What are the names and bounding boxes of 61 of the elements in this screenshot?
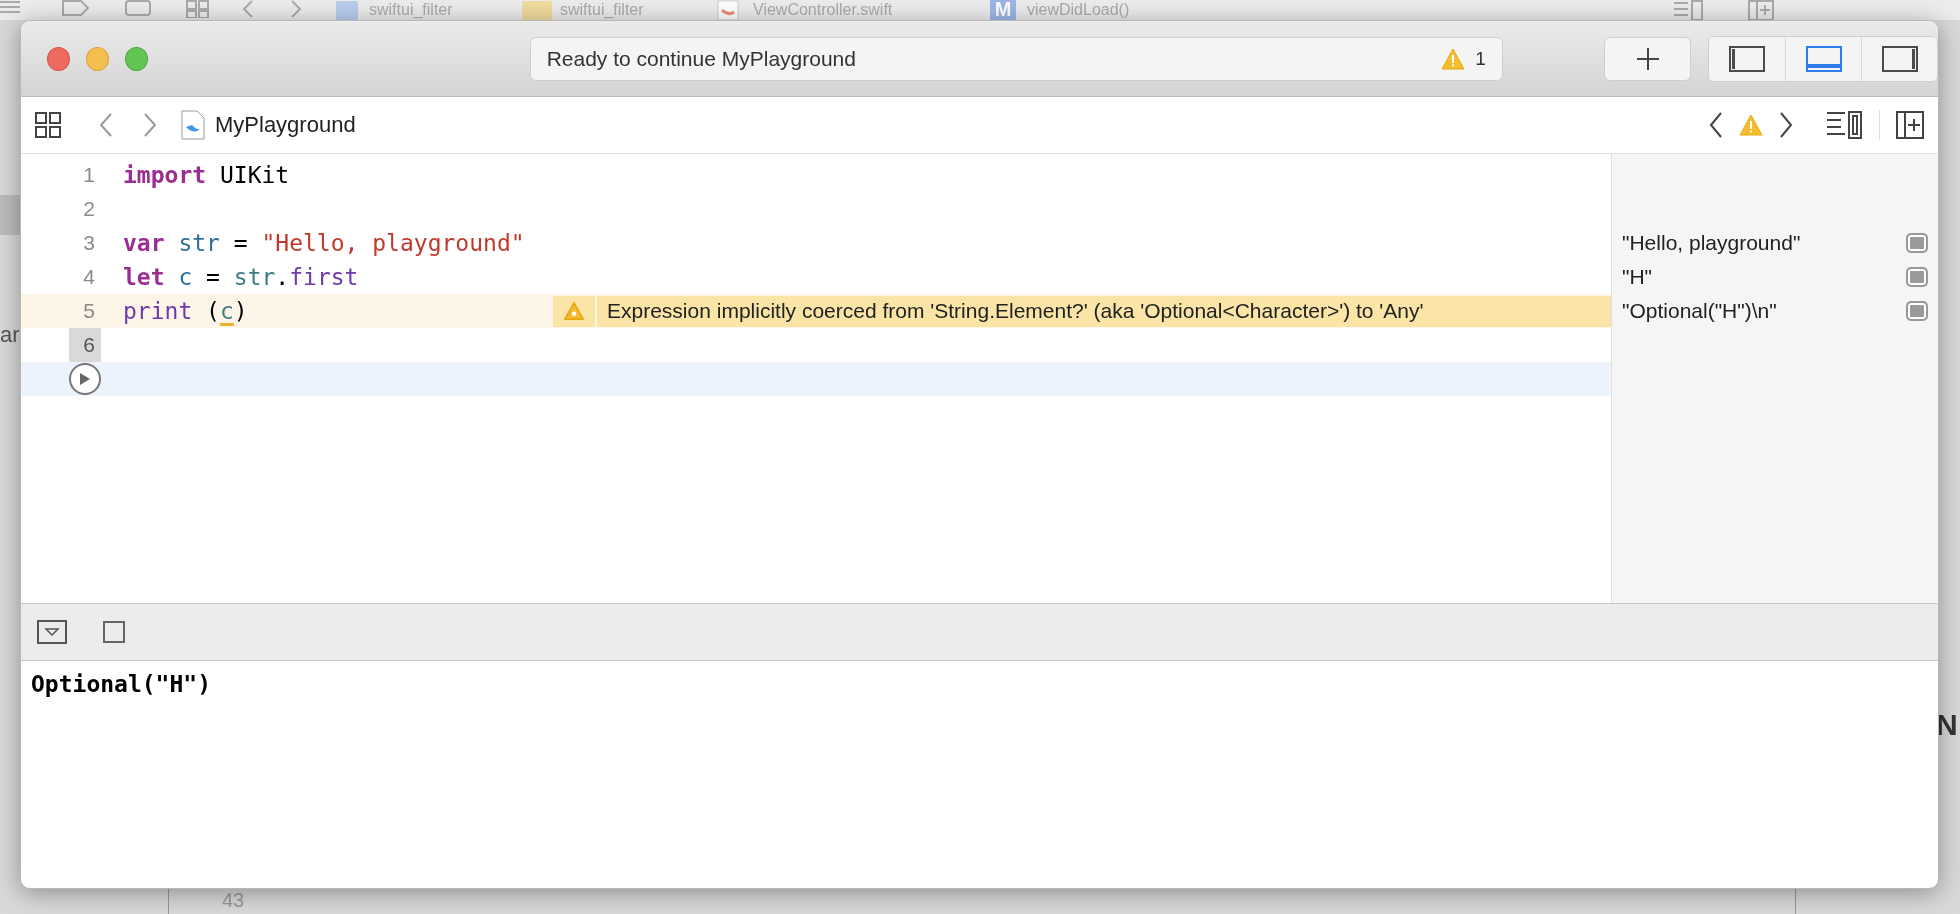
next-issue-icon[interactable] — [1779, 112, 1793, 138]
breadcrumb-item[interactable]: ViewController.swift — [753, 0, 893, 20]
add-editor-icon — [1748, 0, 1774, 20]
file-title[interactable]: MyPlayground — [215, 112, 356, 138]
result-value: "Hello, playground" — [1622, 231, 1802, 255]
add-editor-icon[interactable] — [1896, 111, 1924, 139]
line-number: 43 — [222, 889, 245, 912]
list-icon — [0, 0, 20, 14]
warning-message: Expression implicitly coerced from 'String.Element?' (aka 'Optional<Character>') to 'Any' — [597, 295, 1611, 327]
forward-icon[interactable] — [143, 113, 157, 137]
panel-icon — [1729, 45, 1766, 72]
segmented-control[interactable] — [1708, 35, 1938, 82]
quick-look-button[interactable] — [1906, 233, 1928, 253]
plus-icon — [1635, 46, 1660, 71]
stop-icon[interactable] — [103, 621, 125, 643]
breadcrumb-item[interactable]: swiftui_filter — [560, 0, 644, 20]
quick-look-button[interactable] — [1906, 301, 1928, 321]
app-icon — [335, 0, 359, 20]
back-icon — [242, 0, 254, 18]
warning-icon — [1441, 47, 1466, 70]
code-line: var str = "Hello, playground" — [123, 230, 525, 256]
lines-icon[interactable] — [1827, 111, 1863, 139]
warning-icon — [1739, 114, 1763, 136]
hide-debug-icon[interactable] — [37, 620, 67, 644]
line-number: 1 — [82, 162, 96, 188]
panel-icon — [1881, 45, 1918, 72]
add-button[interactable] — [1603, 36, 1692, 81]
play-icon — [79, 372, 91, 386]
status-text: Ready to continue MyPlayground — [546, 46, 857, 71]
previous-issue-icon[interactable] — [1709, 112, 1723, 138]
panel-icon — [1805, 45, 1842, 72]
result-value: "Optional("H")\n" — [1622, 299, 1778, 323]
line-number: 5 — [82, 298, 96, 324]
panel-toggle[interactable] — [1861, 36, 1937, 81]
swift-file-icon — [181, 110, 205, 140]
folder-icon — [522, 0, 552, 20]
line-number: 2 — [82, 196, 96, 222]
code-line: let c = str.first — [123, 264, 359, 290]
line-number: 4 — [82, 264, 96, 290]
close-button[interactable] — [47, 46, 70, 71]
chat-icon — [125, 0, 151, 18]
line-number: 3 — [82, 230, 96, 256]
quick-look-button[interactable] — [1906, 267, 1928, 287]
back-icon[interactable] — [99, 113, 113, 137]
forward-icon — [290, 0, 302, 18]
method-badge: M — [990, 0, 1016, 20]
breadcrumb-item[interactable]: swiftui_filter — [369, 0, 453, 20]
lines-icon — [1674, 0, 1704, 20]
breadcrumb-item[interactable]: viewDidLoad() — [1027, 0, 1130, 20]
line-number: 6 — [69, 328, 101, 362]
run-button[interactable] — [69, 363, 101, 395]
grid-icon — [186, 0, 210, 18]
sidebar-text: ar — [0, 322, 20, 348]
result-value: "H" — [1622, 265, 1654, 289]
grid-icon[interactable] — [35, 112, 61, 138]
warning-count: 1 — [1475, 47, 1486, 70]
code-line: import UIKit — [123, 162, 290, 188]
tag-icon — [62, 0, 90, 16]
code-line: print (c) — [123, 298, 248, 324]
console-output: Optional("H") — [31, 671, 211, 697]
warning-icon — [563, 301, 585, 321]
